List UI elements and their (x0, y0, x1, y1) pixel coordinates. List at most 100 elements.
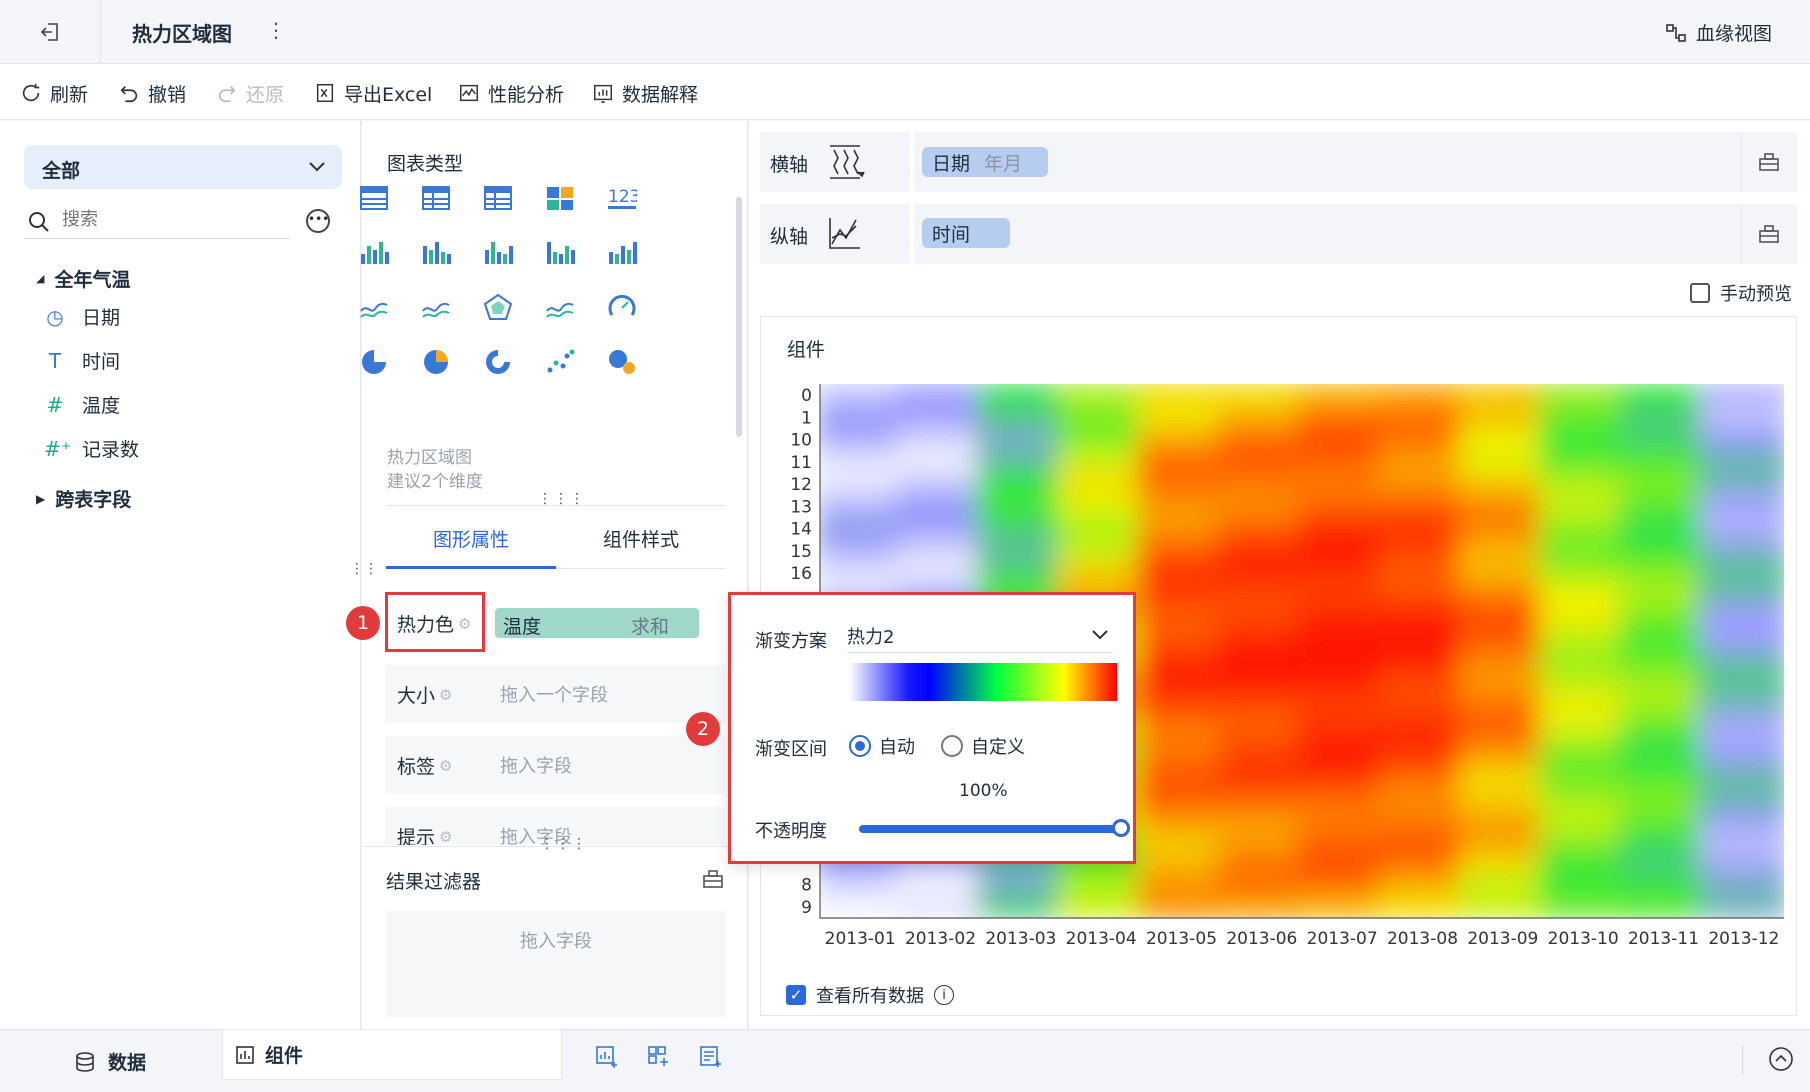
slider-knob[interactable] (1112, 819, 1130, 837)
group-toggle[interactable]: ▶ 跨表字段 (36, 485, 131, 512)
heatmap-cell (1458, 538, 1547, 563)
gear-icon[interactable]: ⚙ (439, 686, 452, 704)
heatmap-cell (1217, 583, 1306, 608)
data-tab[interactable]: 数据 (74, 1048, 146, 1075)
redo-label: 还原 (246, 83, 285, 106)
axis-settings-icon[interactable] (1758, 152, 1780, 172)
performance-icon (460, 84, 478, 102)
field-item-time[interactable]: T 时间 (44, 347, 120, 374)
more-options-icon[interactable]: ••• (306, 209, 330, 233)
view-all-data-toggle[interactable]: ✓ 查看所有数据 i (786, 982, 954, 1008)
radar-line-icon[interactable] (421, 293, 451, 321)
y-tick-label: 9 (801, 898, 812, 918)
more-icon[interactable]: ⋮ (266, 18, 286, 42)
heatmap-cell (1298, 894, 1387, 918)
group-label: 全年气温 (54, 269, 131, 291)
checkbox[interactable] (1690, 283, 1710, 303)
heat-field-pill[interactable]: 温度 求和 (495, 608, 699, 638)
filter-settings-icon[interactable] (702, 869, 724, 889)
heatmap-cell (1298, 672, 1387, 697)
x-axis-field-pill[interactable]: 日期 年月 (922, 147, 1048, 177)
heatmap-cell (1539, 850, 1628, 875)
heatmap-cell (1619, 427, 1708, 452)
group-toggle[interactable]: ◢ 全年气温 (36, 265, 130, 292)
divider (1741, 132, 1742, 192)
ring-chart-icon[interactable] (483, 348, 513, 376)
tab-shape-properties[interactable]: 图形属性 (386, 515, 556, 569)
heatmap-cell (976, 872, 1065, 897)
axis-config-icon[interactable] (828, 216, 866, 252)
field-panel: 全部 ••• ◢ 全年气温 ◷ 日期 T 时间 # 温度 #⁺ 记录数 ▶ 跨表… (0, 121, 361, 1029)
field-item-temperature[interactable]: # 温度 (44, 391, 120, 418)
table-icon[interactable] (359, 184, 389, 212)
grouped-bar-icon[interactable] (359, 238, 389, 266)
pie-chart-icon[interactable] (359, 348, 389, 376)
area-chart-icon[interactable] (545, 293, 575, 321)
heatmap-cell (820, 405, 905, 430)
step-badge-1: 1 (346, 606, 380, 640)
drag-handle-icon[interactable]: ⋮⋮ (350, 561, 378, 577)
refresh-button[interactable]: 刷新 (20, 80, 88, 106)
heatmap-cell (1217, 472, 1306, 497)
gear-icon[interactable]: ⚙ (439, 828, 452, 846)
add-report-icon[interactable] (698, 1044, 724, 1070)
scatter-chart-icon[interactable] (545, 348, 575, 376)
scheme-select[interactable]: 热力2 (847, 619, 1113, 653)
number-card-icon[interactable]: 123 (607, 184, 640, 212)
line-chart-icon[interactable] (359, 293, 389, 321)
export-excel-button[interactable]: 导出Excel (314, 80, 432, 106)
search-box[interactable] (24, 205, 290, 239)
gauge-icon[interactable] (607, 293, 637, 321)
heatmap-cell (896, 872, 985, 897)
manual-preview-toggle[interactable]: 手动预览 (1690, 280, 1792, 306)
tab-component-style[interactable]: 组件样式 (556, 515, 726, 569)
collapse-up-icon[interactable] (1768, 1046, 1794, 1072)
treemap-icon[interactable] (545, 184, 575, 212)
stacked-column-icon[interactable] (483, 238, 513, 266)
performance-button[interactable]: 性能分析 (458, 80, 564, 106)
field-item-record-count[interactable]: #⁺ 记录数 (44, 435, 139, 462)
detail-table-icon[interactable] (483, 184, 513, 212)
component-tab[interactable]: 组件 (222, 1030, 562, 1080)
axis-settings-icon[interactable] (1758, 224, 1780, 244)
exit-icon[interactable] (38, 20, 62, 44)
pivot-table-icon[interactable] (421, 184, 451, 212)
column-chart-icon[interactable] (421, 238, 451, 266)
x-tick-label: 2013-08 (1387, 929, 1458, 949)
checkbox-checked[interactable]: ✓ (786, 985, 806, 1005)
waterfall-icon[interactable] (607, 238, 637, 266)
divider (910, 204, 914, 264)
heatmap-cell (1137, 561, 1226, 586)
opacity-slider[interactable] (859, 819, 1130, 837)
drag-handle-icon[interactable]: ⋮⋮⋮ (540, 836, 588, 852)
scope-select[interactable]: 全部 (24, 145, 342, 189)
info-icon[interactable]: i (934, 985, 954, 1005)
size-row[interactable]: 大小 ⚙ 拖入一个字段 (385, 665, 725, 723)
bubble-chart-icon[interactable] (607, 348, 637, 376)
radio-custom[interactable]: 自定义 (941, 733, 1025, 759)
field-item-date[interactable]: ◷ 日期 (44, 303, 120, 330)
filter-drop-zone[interactable]: 拖入字段 (386, 911, 726, 1017)
heatmap-cell (820, 472, 905, 497)
data-explain-button[interactable]: 数据解释 (592, 80, 698, 106)
add-component-icon[interactable] (594, 1044, 620, 1070)
heatmap-cell (1137, 494, 1226, 519)
radar-icon[interactable] (483, 293, 513, 321)
heatmap-cell (1137, 672, 1226, 697)
radio-auto[interactable]: 自动 (849, 733, 915, 759)
rose-chart-icon[interactable] (421, 348, 451, 376)
number-type-icon: # (46, 392, 64, 417)
axis-config-icon[interactable] (828, 144, 866, 180)
label-row[interactable]: 标签 ⚙ 拖入字段 (385, 736, 725, 794)
lineage-view-button[interactable]: 血缘视图 (1664, 19, 1772, 46)
add-dashboard-icon[interactable] (646, 1044, 672, 1070)
heatmap-cell (820, 894, 905, 918)
y-axis-field-pill[interactable]: 时间 (922, 218, 1010, 248)
bar-chart-icon[interactable] (545, 238, 575, 266)
gear-icon[interactable]: ⚙ (439, 757, 452, 775)
heatmap-cell (1699, 650, 1784, 675)
redo-button[interactable]: 还原 (216, 80, 284, 106)
heatmap-cell (976, 472, 1065, 497)
search-input[interactable] (62, 209, 282, 230)
undo-button[interactable]: 撤销 (118, 80, 186, 106)
